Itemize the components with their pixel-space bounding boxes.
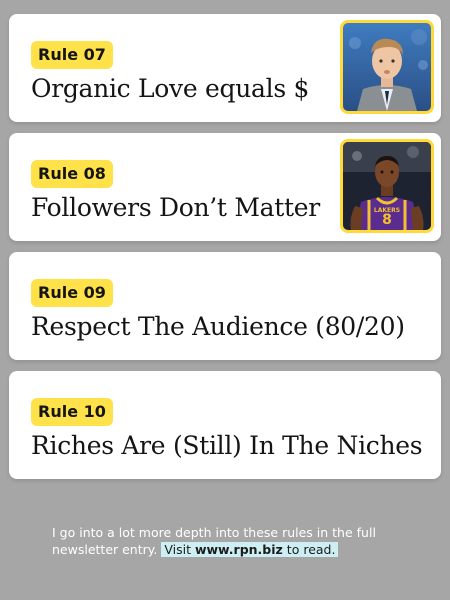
- rule-card: Rule 10 Riches Are (Still) In The Niches: [9, 371, 441, 479]
- rule-card: Rule 09 Respect The Audience (80/20): [9, 252, 441, 360]
- rule-card: Rule 07 Organic Love equals $: [9, 14, 441, 122]
- cta-prefix: Visit: [164, 542, 195, 557]
- rule-number-badge: Rule 09: [31, 279, 113, 307]
- cta-highlight: Visit www.rpn.biz to read.: [161, 542, 339, 557]
- rule-title: Organic Love equals $: [31, 74, 310, 103]
- man-in-suit-photo: [340, 20, 434, 114]
- rule-title: Followers Don’t Matter: [31, 193, 320, 222]
- svg-text:LAKERS: LAKERS: [374, 207, 400, 214]
- rule-title: Respect The Audience (80/20): [31, 312, 405, 341]
- rule-title: Riches Are (Still) In The Niches: [31, 431, 423, 460]
- rule-number-badge: Rule 08: [31, 160, 113, 188]
- footer-note: I go into a lot more depth into these ru…: [52, 524, 422, 558]
- website-link[interactable]: www.rpn.biz: [195, 542, 283, 557]
- cta-suffix: to read.: [282, 542, 336, 557]
- rule-number-badge: Rule 10: [31, 398, 113, 426]
- svg-text:8: 8: [382, 212, 392, 228]
- rule-card: Rule 08 Followers Don’t Matter 8 LAKERS: [9, 133, 441, 241]
- basketball-player-photo: 8 LAKERS: [340, 139, 434, 233]
- rule-number-badge: Rule 07: [31, 41, 113, 69]
